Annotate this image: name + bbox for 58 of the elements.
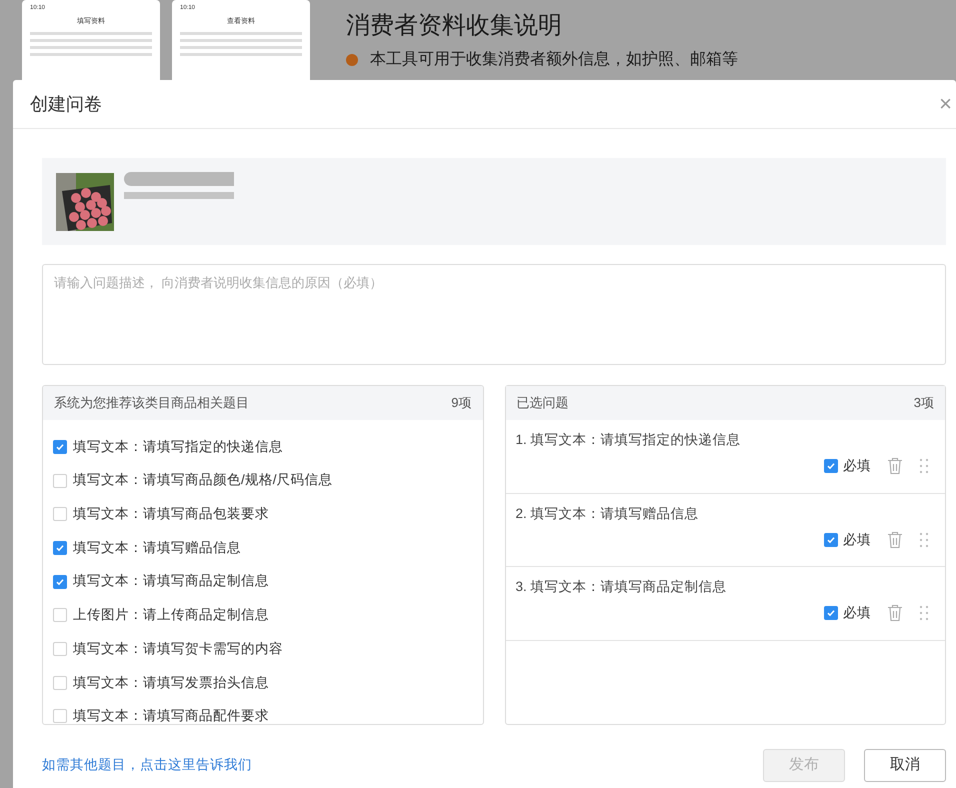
drag-handle-icon[interactable]	[919, 605, 929, 622]
question-option[interactable]: 填写文本：请填写指定的快递信息	[43, 430, 482, 464]
question-option[interactable]: 填写文本：请填写商品包装要求	[43, 497, 482, 532]
drag-handle-icon[interactable]	[919, 532, 929, 548]
option-label: 填写文本：请填写贺卡需写的内容	[73, 640, 283, 658]
checkbox[interactable]	[53, 709, 67, 724]
option-label: 上传图片：请上传商品定制信息	[73, 606, 269, 624]
feedback-link[interactable]: 如需其他题目，点击这里告诉我们	[42, 755, 252, 776]
option-label: 填写文本：请填写发票抬头信息	[73, 674, 269, 692]
check-icon	[826, 608, 836, 618]
cancel-button[interactable]: 取消	[864, 749, 946, 782]
checkbox[interactable]	[824, 459, 838, 474]
required-label: 必填	[843, 457, 871, 476]
option-label: 填写文本：请填写商品定制信息	[73, 572, 269, 590]
question-label: 1. 填写文本：请填写指定的快递信息	[516, 431, 742, 449]
page-heading: 消费者资料收集说明	[346, 11, 563, 41]
question-option[interactable]: 填写文本：请填写赠品信息	[43, 531, 482, 565]
question-label: 3. 填写文本：请填写商品定制信息	[516, 578, 728, 596]
checkbox[interactable]	[53, 507, 67, 522]
question-option[interactable]: 上传图片：请上传商品定制信息	[43, 598, 482, 632]
checkbox[interactable]	[824, 606, 838, 620]
option-label: 填写文本：请填写商品包装要求	[73, 505, 269, 524]
trash-icon[interactable]	[887, 604, 903, 622]
question-option[interactable]: 填写文本：请填写商品定制信息	[43, 564, 482, 598]
required-label: 必填	[843, 530, 871, 549]
check-icon	[826, 461, 836, 472]
drag-handle-icon[interactable]	[919, 458, 929, 474]
question-option[interactable]: 填写文本：请填写发票抬头信息	[43, 666, 482, 700]
trash-icon[interactable]	[887, 457, 903, 476]
panel-title: 已选问题	[516, 394, 568, 412]
option-label: 填写文本：请填写指定的快递信息	[73, 438, 283, 456]
required-label: 必填	[843, 604, 871, 622]
checkbox[interactable]	[53, 676, 67, 690]
trash-icon[interactable]	[887, 530, 903, 549]
check-icon	[826, 534, 836, 545]
description-field[interactable]: 请输入问题描述， 向消费者说明收集信息的原因（必填）	[42, 264, 946, 365]
question-option[interactable]: 填写文本：请填写商品颜色/规格/尺码信息	[43, 464, 482, 498]
question-label: 2. 填写文本：请填写赠品信息	[516, 504, 700, 522]
check-icon	[55, 576, 65, 587]
check-icon	[55, 442, 65, 452]
dialog-title: 创建问卷	[30, 92, 102, 116]
checkbox[interactable]	[824, 532, 838, 547]
question-option[interactable]: 填写文本：请填写商品配件要求	[43, 700, 482, 724]
checkbox[interactable]	[53, 474, 67, 488]
item-count: 9项	[451, 394, 472, 412]
check-icon	[55, 542, 65, 553]
checkbox[interactable]	[53, 608, 67, 622]
option-label: 填写文本：请填写商品颜色/规格/尺码信息	[73, 471, 333, 490]
checkbox[interactable]	[53, 574, 67, 589]
question-option[interactable]: 填写文本：请填写贺卡需写的内容	[43, 632, 482, 666]
checkbox[interactable]	[53, 540, 67, 555]
item-count: 3项	[914, 394, 934, 412]
option-label: 填写文本：请填写商品配件要求	[73, 707, 269, 724]
panel-title: 系统为您推荐该类目商品相关题目	[54, 394, 249, 412]
checkbox[interactable]	[53, 642, 67, 656]
option-label: 填写文本：请填写赠品信息	[73, 538, 241, 557]
intro-text: 本工具可用于收集消费者额外信息，如护照、邮箱等	[370, 50, 738, 70]
checkbox[interactable]	[53, 440, 67, 454]
